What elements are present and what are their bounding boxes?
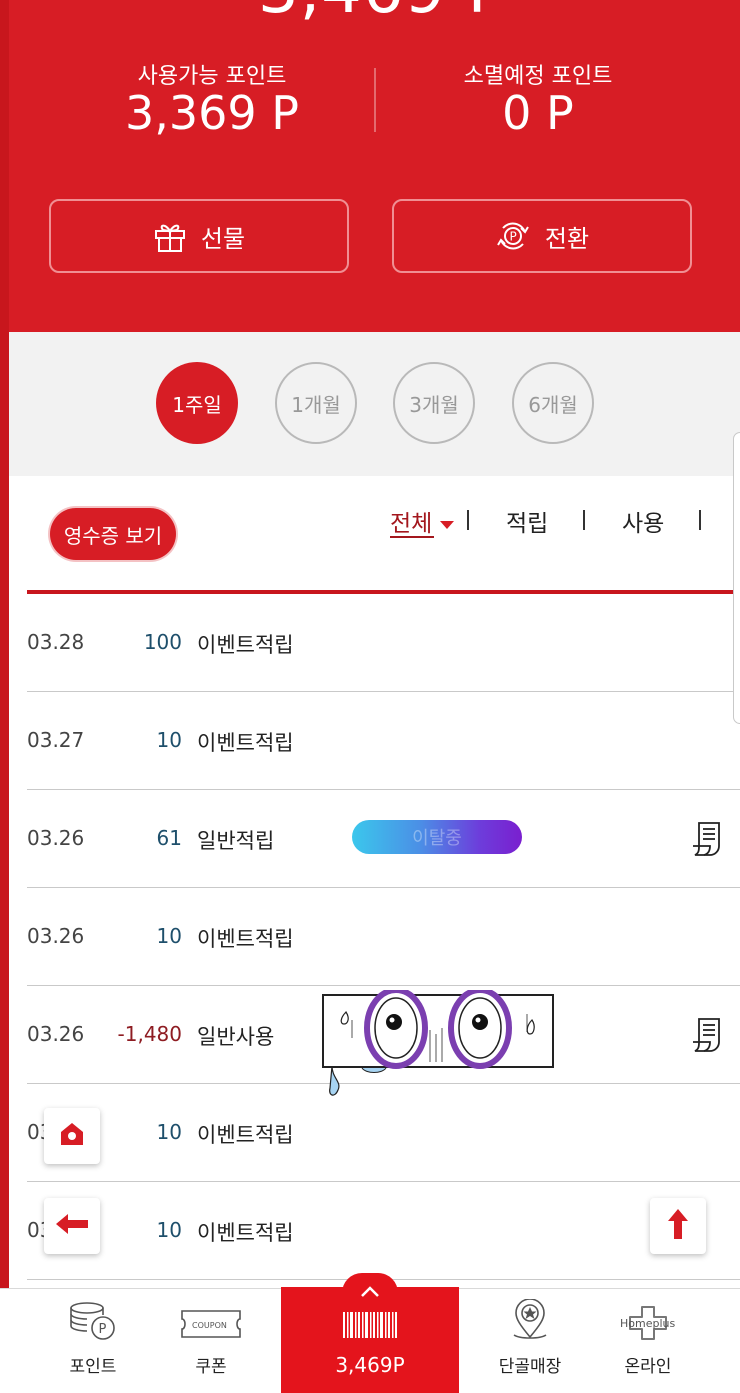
transaction-row[interactable]: 03. 10 이벤트적립 [27,1182,740,1280]
nav-coupon[interactable]: COUPON 쿠폰 [152,1289,270,1393]
svg-text:P: P [509,230,516,244]
transaction-amount: 61 [156,826,182,850]
gift-button[interactable]: 선물 [49,199,349,273]
store-pin-icon [510,1298,550,1346]
chevron-up-icon [360,1279,380,1303]
transaction-description: 이벤트적립 [197,633,294,657]
filter-separator [699,510,701,530]
period-1week[interactable]: 1주일 [156,362,238,444]
nav-store[interactable]: 단골매장 [471,1289,589,1393]
home-button[interactable] [44,1108,100,1164]
coupon-ticket-icon: COUPON [180,1307,242,1346]
scroll-top-button[interactable] [650,1198,706,1254]
transaction-amount: 100 [143,630,182,654]
arrow-up-icon [666,1207,690,1245]
period-6months[interactable]: 6개월 [512,362,594,444]
homeplus-logo-icon: Homeplus [620,1305,675,1346]
transaction-date: 03.27 [27,728,85,752]
filter-all-label: 전체 [390,511,433,537]
transaction-date: 03.28 [27,630,85,654]
period-3months[interactable]: 3개월 [393,362,475,444]
available-points-value: 3,369 P [124,86,300,140]
filter-earn[interactable]: 적립 [506,504,548,538]
transaction-date: 03.26 [27,924,85,948]
nav-coupon-label: 쿠폰 [195,1357,227,1377]
transaction-amount: 10 [156,728,182,752]
bottom-navigation: P 포인트 COUPON 쿠폰 3,469P 단골매장 Homeplus 온라인 [0,1273,740,1393]
transaction-description: 이벤트적립 [197,927,294,951]
transaction-description: 일반적립 [197,829,275,853]
svg-text:P: P [99,1322,107,1337]
total-points-value: 3,469 P [258,0,507,28]
view-receipt-button[interactable]: 영수증 보기 [50,508,176,560]
gift-icon [153,219,187,253]
nav-points-label: 포인트 [69,1357,117,1377]
transaction-row[interactable]: 03.27 10 이벤트적립 [27,692,740,790]
period-1month[interactable]: 1개월 [275,362,357,444]
receipt-icon[interactable] [690,1016,724,1058]
convert-button-label: 전환 [544,224,590,253]
nav-barcode[interactable]: 3,469P [281,1273,459,1393]
nav-online-label: 온라인 [624,1357,672,1377]
transaction-description: 이벤트적립 [197,1221,294,1245]
transaction-amount: 10 [156,1120,182,1144]
transaction-description: 이벤트적립 [197,731,294,755]
transaction-description: 이벤트적립 [197,1123,294,1147]
transaction-date: 03.26 [27,1022,85,1046]
nav-barcode-label: 3,469P [335,1353,405,1377]
gradient-status-badge: 이탈중 [352,820,522,854]
filter-all[interactable]: 전체 [390,504,455,538]
filter-use[interactable]: 사용 [622,504,664,538]
dropdown-caret-icon [440,520,455,529]
receipt-icon[interactable] [690,820,724,862]
points-header [9,0,740,332]
header-divider [374,68,376,132]
homeplus-brand-text: Homeplus [620,1317,676,1330]
transaction-row[interactable]: 03.26 10 이벤트적립 [27,888,740,986]
scrollbar-thumb[interactable] [733,432,740,724]
filter-separator [467,510,469,530]
active-filter-underline [390,536,434,538]
gift-button-label: 선물 [200,224,246,253]
filter-separator [583,510,585,530]
left-edge-bar [0,0,9,1392]
transaction-amount: 10 [156,924,182,948]
barcode-icon [341,1310,399,1345]
coupon-icon-text: COUPON [192,1321,227,1330]
transaction-description: 일반사용 [197,1025,275,1049]
transaction-row[interactable]: 03.28 100 이벤트적립 [27,594,740,692]
googly-eyes-sticker [322,987,554,1096]
transaction-date: 03.26 [27,826,85,850]
expiring-points-value: 0 P [502,86,574,140]
convert-button[interactable]: P 전환 [392,199,692,273]
period-selector [9,332,740,476]
points-coin-icon: P [67,1301,119,1346]
nav-points[interactable]: P 포인트 [34,1289,152,1393]
nav-online[interactable]: Homeplus 온라인 [589,1289,707,1393]
home-icon [58,1120,86,1152]
convert-points-icon: P [495,218,531,254]
arrow-left-icon [54,1212,90,1240]
nav-store-label: 단골매장 [498,1357,562,1377]
back-button[interactable] [44,1198,100,1254]
transaction-amount: 10 [156,1218,182,1242]
transaction-amount: -1,480 [117,1022,182,1046]
